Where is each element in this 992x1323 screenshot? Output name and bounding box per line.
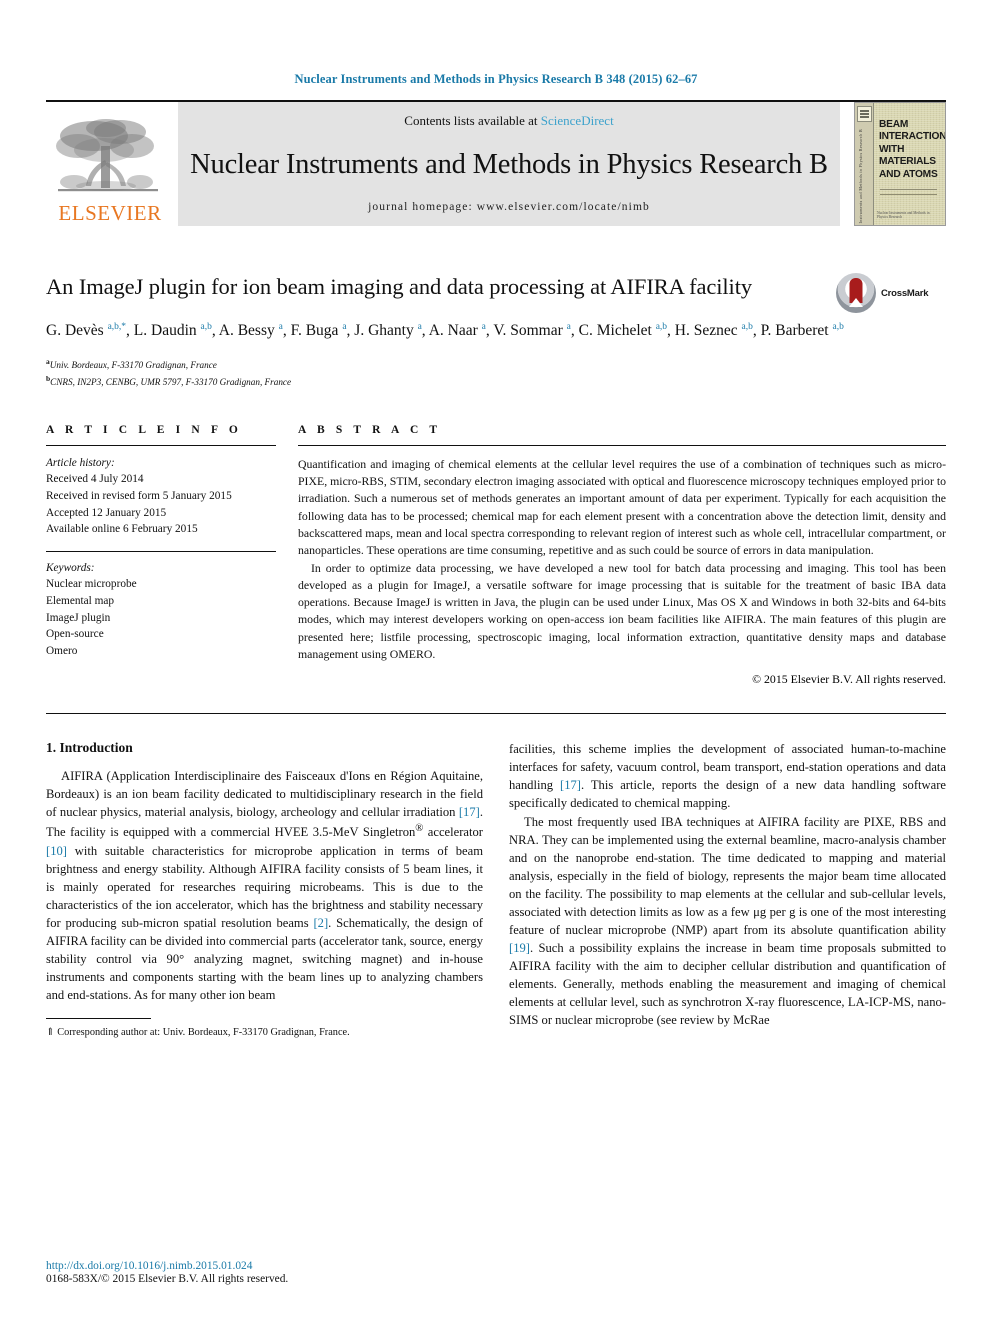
page-footer: http://dx.doi.org/10.1016/j.nimb.2015.01… — [46, 1260, 288, 1285]
abstract-body: Quantification and imaging of chemical e… — [298, 456, 946, 663]
abstract-paragraph: In order to optimize data processing, we… — [298, 560, 946, 661]
footnote-divider — [46, 1018, 151, 1020]
affiliation-list: aUniv. Bordeaux, F-33170 Gradignan, Fran… — [46, 356, 946, 390]
elsevier-logo: ELSEVIER — [46, 102, 174, 226]
cover-elsevier-logo-icon — [857, 106, 872, 122]
citation-ref-10[interactable]: [10] — [46, 844, 67, 858]
history-item: Available online 6 February 2015 — [46, 523, 198, 536]
divider — [46, 713, 946, 715]
issn-copyright: 0168-583X/© 2015 Elsevier B.V. All right… — [46, 1273, 289, 1285]
article-info-column: A R T I C L E I N F O Article history: R… — [46, 424, 276, 687]
body-column-right: facilities, this scheme implies the deve… — [509, 740, 946, 1040]
citation-ref-17[interactable]: [17] — [560, 778, 581, 792]
footnote-marker: ⇑ — [46, 1027, 55, 1039]
journal-masthead: ELSEVIER Contents lists available at Sci… — [46, 100, 946, 226]
keyword-item: Open-source — [46, 628, 104, 641]
intro-paragraph-left: AIFIRA (Application Interdisciplinaire d… — [46, 767, 483, 1004]
abstract-column: A B S T R A C T Quantification and imagi… — [298, 424, 946, 687]
doi-link[interactable]: http://dx.doi.org/10.1016/j.nimb.2015.01… — [46, 1260, 288, 1272]
cover-spine-text: Nuclear Instruments and Methods in Physi… — [858, 129, 863, 226]
intro-paragraph-right-1: facilities, this scheme implies the deve… — [509, 740, 946, 812]
intro-text: The most frequently used IBA techniques … — [509, 814, 946, 937]
sciencedirect-link[interactable]: ScienceDirect — [541, 113, 614, 128]
running-head: Nuclear Instruments and Methods in Physi… — [294, 72, 698, 86]
crossmark-label: CrossMark — [881, 287, 929, 299]
citation-ref-19[interactable]: [19] — [509, 941, 530, 955]
info-abstract-section: A R T I C L E I N F O Article history: R… — [46, 424, 946, 687]
journal-banner: Contents lists available at ScienceDirec… — [178, 102, 840, 226]
keywords-block: Keywords: Nuclear microprobe Elemental m… — [46, 560, 276, 660]
abstract-copyright: © 2015 Elsevier B.V. All rights reserved… — [752, 672, 946, 687]
citation-ref-17[interactable]: [17] — [459, 805, 480, 819]
body-columns: 1. Introduction AIFIRA (Application Inte… — [46, 740, 946, 1040]
intro-text: AIFIRA (Application Interdisciplinaire d… — [46, 769, 483, 820]
keyword-item: Elemental map — [46, 595, 115, 608]
article-page: Nuclear Instruments and Methods in Physi… — [0, 0, 992, 1323]
contents-prefix: Contents lists available at — [404, 113, 541, 128]
intro-text: accelerator — [423, 825, 483, 840]
abstract-paragraph: Quantification and imaging of chemical e… — [298, 456, 946, 558]
crossmark-icon — [836, 273, 876, 313]
contents-available-line: Contents lists available at ScienceDirec… — [404, 113, 613, 129]
history-item: Accepted 12 January 2015 — [46, 506, 167, 519]
abstract-heading: A B S T R A C T — [298, 423, 442, 436]
keywords-label: Keywords: — [46, 561, 95, 574]
body-column-left: 1. Introduction AIFIRA (Application Inte… — [46, 740, 483, 1040]
footnote-text: Corresponding author at: Univ. Bordeaux,… — [57, 1027, 350, 1039]
divider — [46, 444, 276, 446]
article-history-label: Article history: — [46, 456, 115, 469]
citation-ref-2[interactable]: [2] — [313, 916, 328, 930]
divider — [46, 550, 276, 552]
cover-footer-text: Nuclear Instruments and Methods in Physi… — [877, 211, 930, 219]
journal-cover-thumbnail: Nuclear Instruments and Methods in Physi… — [850, 102, 946, 226]
title-block: An ImageJ plugin for ion beam imaging an… — [46, 273, 946, 390]
affiliation-item: bCNRS, IN2P3, CENBG, UMR 5797, F-33170 G… — [46, 373, 946, 390]
crossmark-badge-group[interactable]: CrossMark — [836, 265, 946, 321]
history-item: Received 4 July 2014 — [46, 473, 144, 486]
footnote-block: ⇑ Corresponding author at: Univ. Bordeau… — [46, 1018, 483, 1040]
article-history: Article history: Received 4 July 2014 Re… — [46, 455, 276, 538]
history-item: Received in revised form 5 January 2015 — [46, 490, 232, 503]
affiliation-text: CNRS, IN2P3, CENBG, UMR 5797, F-33170 Gr… — [50, 376, 292, 387]
author-list: G. Devès a,b,*, L. Daudin a,b, A. Bessy … — [46, 321, 844, 339]
section-heading-introduction: 1. Introduction — [46, 740, 133, 756]
elsevier-tree-icon — [56, 119, 158, 192]
divider — [298, 444, 946, 446]
corresponding-author-footnote: ⇑ Corresponding author at: Univ. Bordeau… — [46, 1026, 483, 1040]
keyword-item: ImageJ plugin — [46, 611, 111, 624]
elsevier-wordmark: ELSEVIER — [58, 201, 162, 225]
keyword-item: Nuclear microprobe — [46, 578, 137, 591]
cover-title: BEAM INTERACTIONS WITH MATERIALS AND ATO… — [879, 119, 946, 180]
page-title: An ImageJ plugin for ion beam imaging an… — [46, 274, 752, 299]
intro-paragraph-right-2: The most frequently used IBA techniques … — [509, 813, 946, 1030]
intro-text: . Such a possibility explains the increa… — [509, 940, 946, 1028]
keyword-item: Omero — [46, 644, 78, 657]
affiliation-item: aUniv. Bordeaux, F-33170 Gradignan, Fran… — [46, 356, 946, 373]
journal-title: Nuclear Instruments and Methods in Physi… — [190, 149, 828, 180]
article-info-heading: A R T I C L E I N F O — [46, 423, 242, 436]
journal-homepage-link[interactable]: journal homepage: www.elsevier.com/locat… — [368, 201, 650, 213]
cover-rules — [880, 189, 937, 199]
affiliation-text: Univ. Bordeaux, F-33170 Gradignan, Franc… — [49, 359, 217, 370]
